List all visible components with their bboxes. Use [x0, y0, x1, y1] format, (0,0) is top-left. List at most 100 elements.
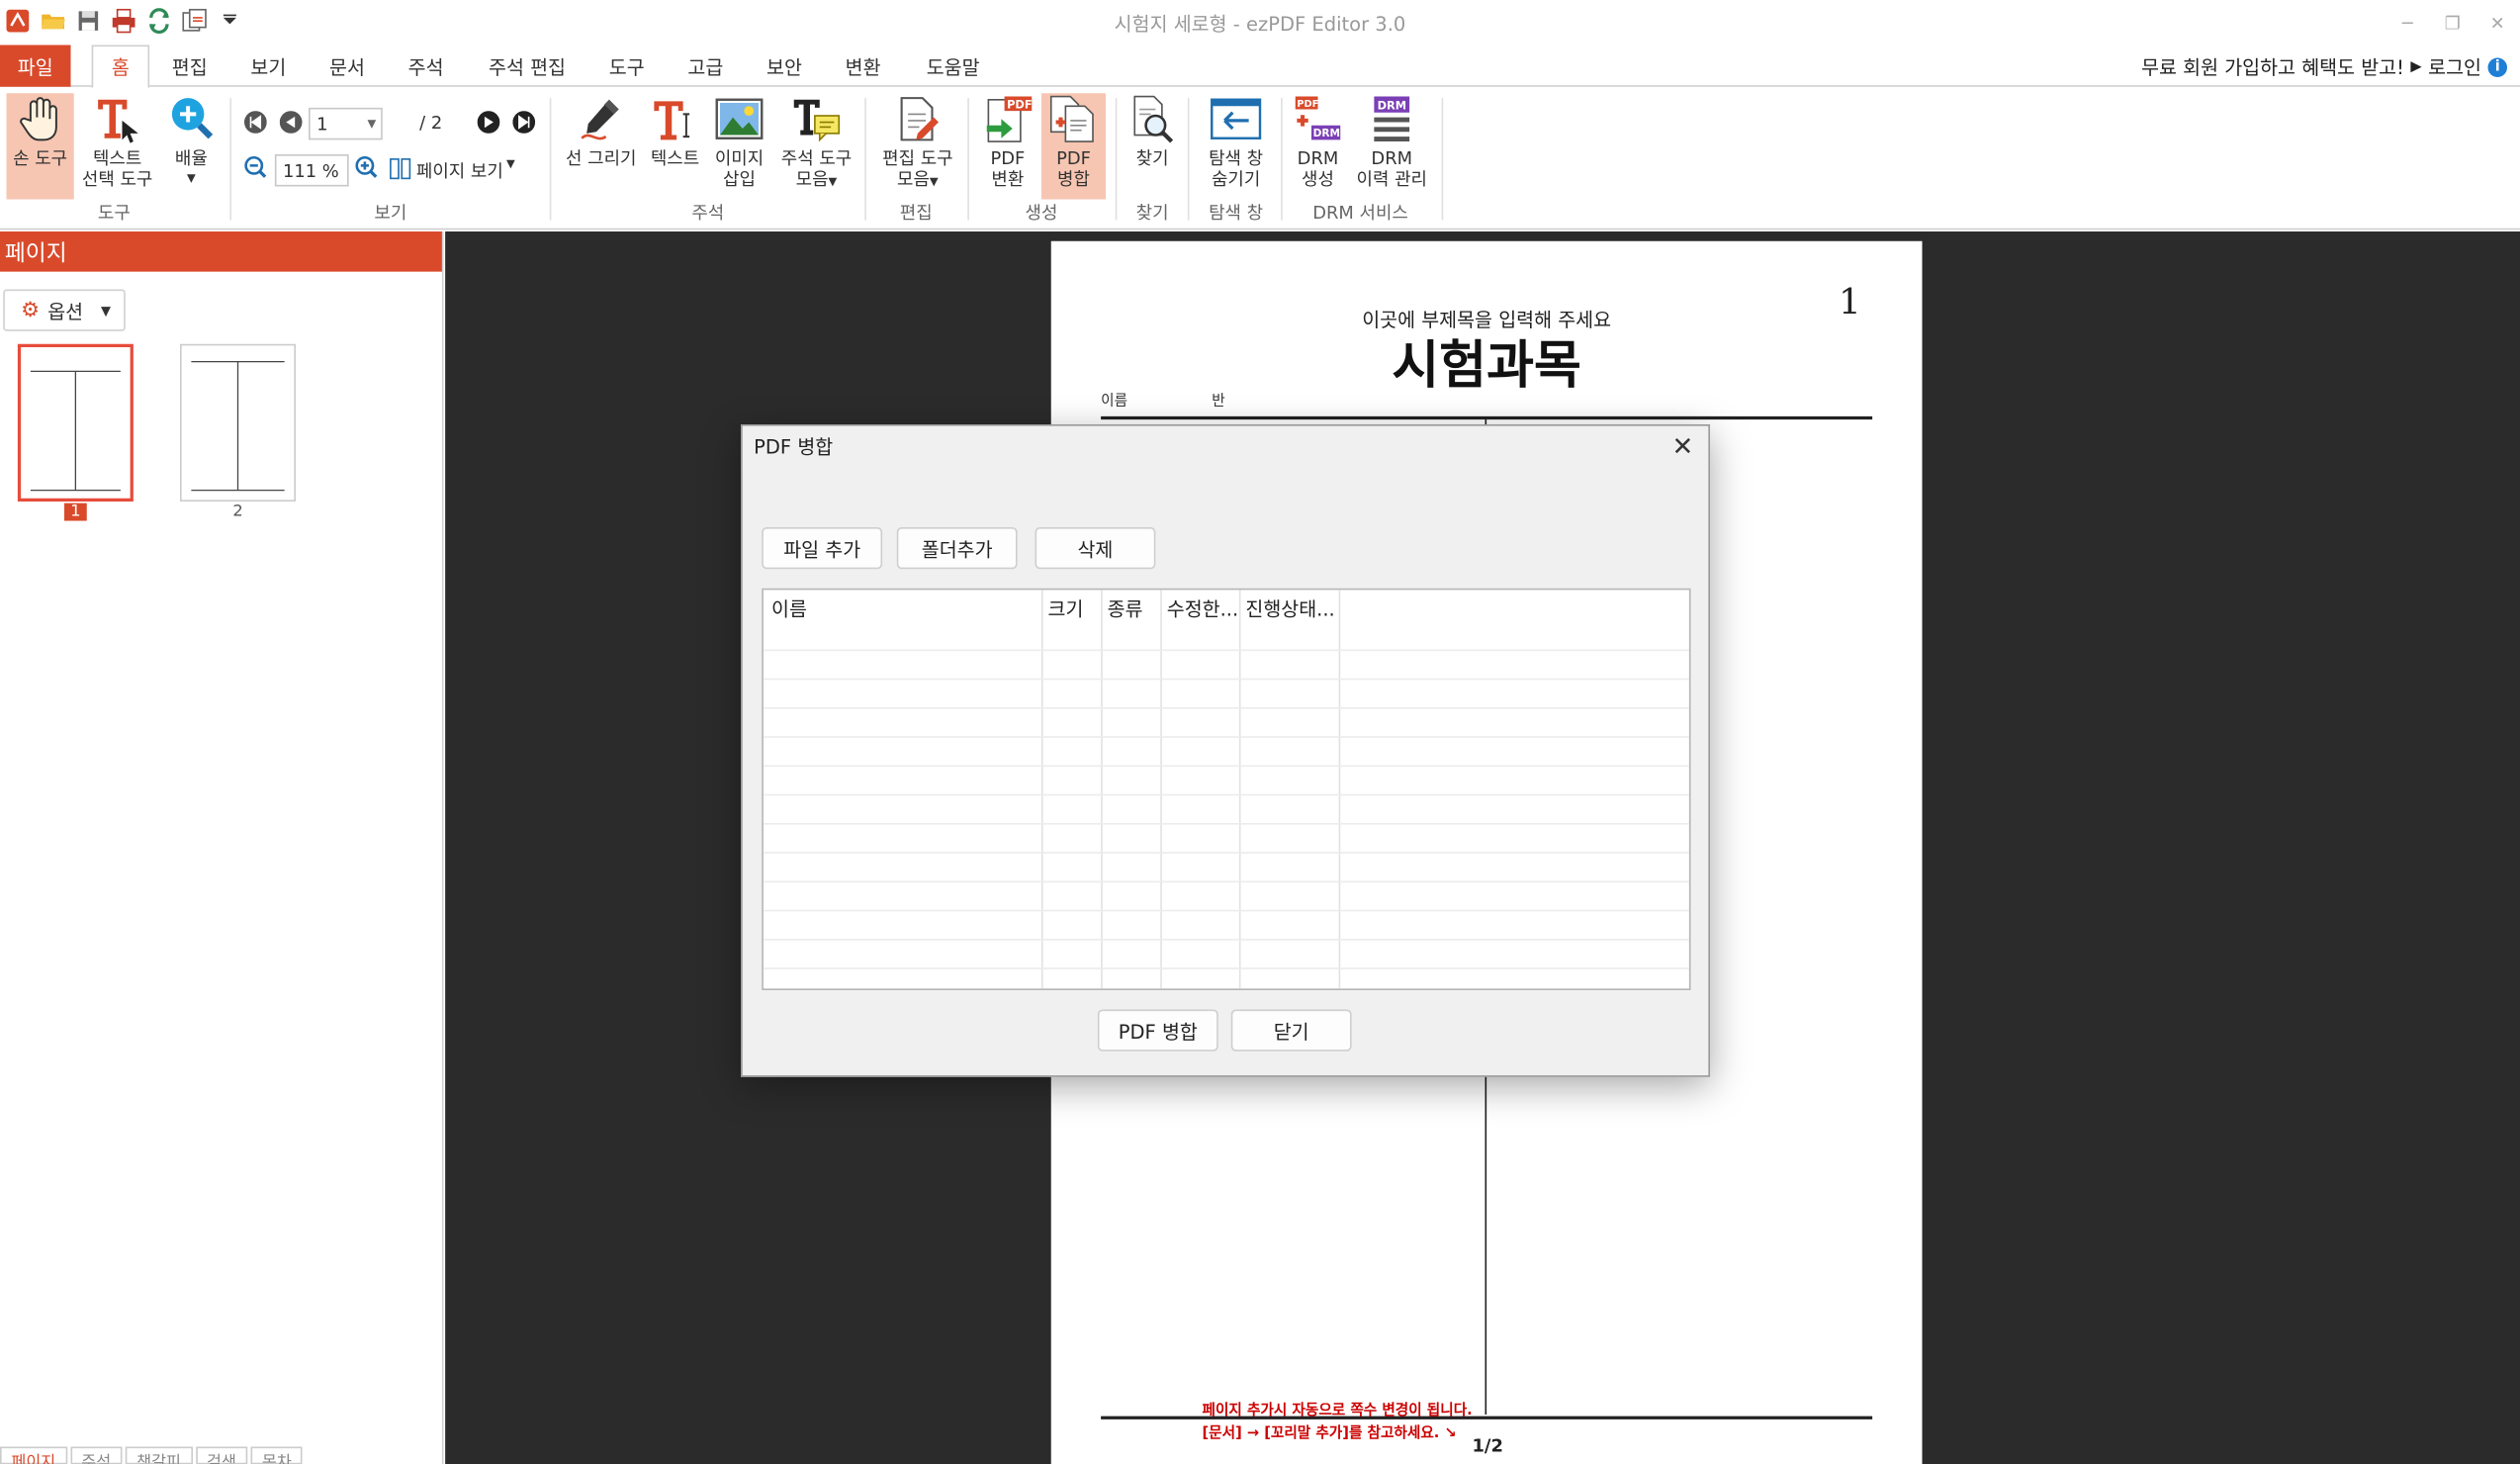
hand-tool-button[interactable]: 손 도구 — [6, 93, 74, 200]
tab-document[interactable]: 문서 — [318, 46, 377, 87]
page-thumbnail[interactable] — [17, 343, 134, 502]
page-dropdown-icon[interactable]: ▼ — [367, 118, 376, 131]
header-divider — [1101, 415, 1873, 419]
svg-text:DRM: DRM — [1313, 128, 1340, 139]
hide-nav-pane-label-1: 탐색 창 — [1209, 147, 1264, 169]
footer-note-2: [문서] → [꼬리말 추가]를 참고하세요. ↘ — [1202, 1425, 1457, 1442]
find-button[interactable]: 찾기 — [1124, 93, 1182, 199]
zoom-input[interactable]: 111 % — [274, 154, 349, 187]
panel-tab-toc[interactable]: 목차 — [250, 1446, 304, 1464]
tab-security[interactable]: 보안 — [756, 46, 814, 87]
tab-view[interactable]: 보기 — [239, 46, 298, 87]
insert-image-label-1: 이미지 — [714, 147, 765, 169]
column-header-type[interactable]: 종류 — [1108, 595, 1143, 622]
tab-tools[interactable]: 도구 — [598, 46, 657, 87]
delete-button[interactable]: 삭제 — [1035, 527, 1156, 570]
window-title: 시험지 세로형 - ezPDF Editor 3.0 — [1114, 13, 1406, 36]
tab-advanced[interactable]: 고급 — [676, 46, 735, 87]
dialog-close-button[interactable]: 닫기 — [1230, 1009, 1352, 1052]
tab-home[interactable]: 홈 — [91, 45, 150, 89]
file-list[interactable]: 이름 크기 종류 수정한... 진행상태... — [762, 588, 1691, 990]
drm-create-button[interactable]: PDF DRM DRM 생성 — [1288, 93, 1349, 199]
zoom-out-icon[interactable] — [242, 154, 268, 180]
column-header-modified[interactable]: 수정한... — [1167, 595, 1238, 622]
tab-help[interactable]: 도움말 — [913, 46, 993, 87]
draw-line-button[interactable]: 선 그리기 — [560, 93, 644, 199]
page-thumbnail-number: 2 — [232, 503, 243, 521]
ribbon-separator — [864, 98, 866, 221]
find-icon — [1125, 93, 1180, 144]
hide-nav-pane-icon — [1209, 93, 1263, 144]
panel-tab-annotations[interactable]: 주석 — [69, 1446, 123, 1464]
tab-convert[interactable]: 변환 — [834, 46, 892, 87]
insert-image-button[interactable]: 이미지 삽입 — [709, 93, 770, 199]
ribbon-home: 손 도구 텍스트 선택 도구 배율 ▼ 도구 1 ▼ / 2 111 % 페이지… — [0, 88, 2520, 230]
pdf-merge-icon — [1046, 93, 1101, 144]
column-header-name[interactable]: 이름 — [771, 595, 807, 622]
zoom-button[interactable]: 배율 ▼ — [161, 93, 223, 199]
promo-area: 무료 회원 가입하고 혜택도 받고! ▶ 로그인 i — [2141, 53, 2507, 81]
pages-panel-title: 페이지 — [0, 231, 442, 272]
minimize-icon[interactable]: ─ — [2385, 0, 2431, 46]
add-file-button[interactable]: 파일 추가 — [762, 527, 883, 570]
hide-nav-pane-button[interactable]: 탐색 창 숨기기 — [1196, 93, 1276, 199]
drm-history-label-2: 이력 관리 — [1356, 168, 1427, 190]
tab-annotation[interactable]: 주석 — [397, 46, 455, 87]
tab-edit[interactable]: 편집 — [161, 46, 220, 87]
add-folder-button[interactable]: 폴더추가 — [896, 527, 1018, 570]
page-thumbnail[interactable] — [180, 343, 296, 502]
hand-icon — [13, 93, 67, 144]
next-page-icon[interactable] — [476, 110, 501, 136]
drm-history-button[interactable]: DRM DRM 이력 관리 — [1350, 93, 1434, 199]
column-header-status[interactable]: 진행상태... — [1245, 595, 1334, 622]
hide-nav-pane-label-2: 숨기기 — [1211, 168, 1261, 190]
last-page-icon[interactable] — [511, 110, 537, 136]
options-button[interactable]: ⚙ 옵션 ▼ — [3, 289, 126, 331]
login-link[interactable]: 로그인 — [2428, 53, 2481, 81]
annotation-tools-button[interactable]: 주석 도구 모음▼ — [773, 93, 860, 199]
zoom-label: 배율 — [174, 147, 208, 169]
column-header-size[interactable]: 크기 — [1048, 595, 1084, 622]
promo-link[interactable]: 무료 회원 가입하고 혜택도 받고! — [2141, 53, 2404, 81]
prev-page-icon[interactable] — [278, 110, 304, 136]
image-icon — [712, 93, 766, 144]
page-thumbnail-preview — [30, 370, 121, 492]
panel-tab-bookmarks[interactable]: 책갈피 — [125, 1446, 193, 1464]
page-number-value: 1 — [316, 113, 328, 135]
edit-tools-label-2-text: 모음 — [897, 168, 930, 190]
pdf-convert-label-2: 변환 — [991, 168, 1025, 190]
pdf-convert-label-1: PDF — [990, 147, 1026, 169]
panel-tab-pages[interactable]: 페이지 — [0, 1446, 67, 1464]
pdf-merge-confirm-button[interactable]: PDF 병합 — [1097, 1009, 1218, 1052]
pdf-convert-button[interactable]: PDF PDF 변환 — [975, 93, 1039, 199]
footer-page-number: 1/2 — [1472, 1435, 1503, 1457]
list-row-line — [763, 736, 1689, 738]
class-label: 반 — [1212, 394, 1225, 411]
first-page-icon[interactable] — [242, 110, 268, 136]
tab-file[interactable]: 파일 — [0, 45, 71, 87]
edit-document-icon — [890, 93, 945, 144]
dialog-close-icon[interactable]: ✕ — [1666, 429, 1699, 462]
pdf-merge-label-1: PDF — [1056, 147, 1091, 169]
zoom-in-small-icon[interactable] — [354, 154, 380, 180]
text-annotation-button[interactable]: 텍스트 — [646, 93, 704, 199]
group-label-edit: 편집 — [899, 202, 933, 224]
page-view-icon[interactable] — [388, 156, 413, 182]
tab-annotation-edit[interactable]: 주석 편집 — [476, 46, 579, 87]
panel-tab-search[interactable]: 검색 — [195, 1446, 248, 1464]
page-number-input[interactable]: 1 ▼ — [309, 107, 383, 140]
page-view-button[interactable]: 페이지 보기 ▼ — [416, 157, 515, 183]
info-icon[interactable]: i — [2487, 56, 2507, 77]
list-row-line — [763, 880, 1689, 883]
pdf-merge-label-2: 병합 — [1057, 168, 1090, 190]
draw-line-label: 선 그리기 — [566, 147, 637, 169]
text-icon — [648, 93, 702, 144]
text-select-tool-button[interactable]: 텍스트 선택 도구 — [77, 93, 157, 199]
zoom-in-icon — [164, 93, 219, 144]
list-row-line — [763, 909, 1689, 912]
restore-icon[interactable]: ❐ — [2430, 0, 2475, 46]
drm-history-label-1: DRM — [1371, 147, 1413, 169]
edit-tools-button[interactable]: 편집 도구 모음▼ — [872, 93, 962, 199]
close-window-icon[interactable]: ✕ — [2475, 0, 2520, 46]
pdf-merge-button[interactable]: PDF 병합 — [1041, 93, 1106, 200]
